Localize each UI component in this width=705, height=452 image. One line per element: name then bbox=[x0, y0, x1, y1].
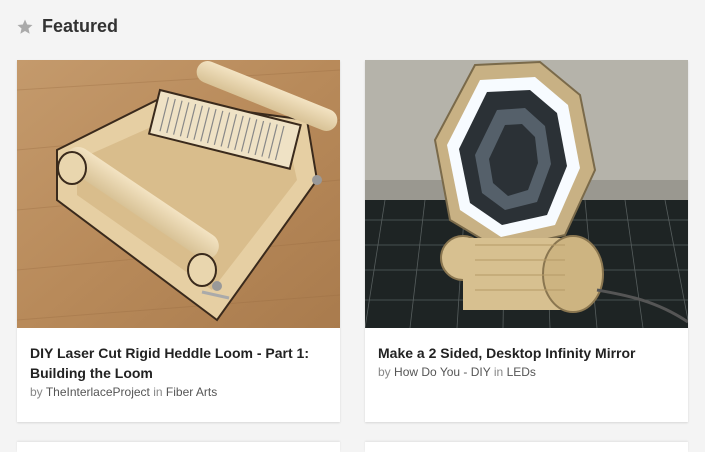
author-link[interactable]: How Do You - DIY bbox=[394, 365, 491, 379]
by-label: by bbox=[30, 385, 43, 399]
card-image[interactable] bbox=[365, 60, 688, 328]
card-title-link[interactable]: DIY Laser Cut Rigid Heddle Loom - Part 1… bbox=[30, 343, 327, 383]
card-info: Make a 2 Sided, Desktop Infinity Mirror … bbox=[378, 343, 675, 379]
section-header: Featured bbox=[16, 16, 118, 37]
card-meta: by How Do You - DIY in LEDs bbox=[378, 365, 675, 379]
author-link[interactable]: TheInterlaceProject bbox=[46, 385, 150, 399]
star-icon bbox=[17, 19, 33, 34]
category-link[interactable]: LEDs bbox=[507, 365, 536, 379]
featured-card[interactable]: DIY Laser Cut Rigid Heddle Loom - Part 1… bbox=[17, 60, 340, 422]
in-label: in bbox=[493, 365, 504, 379]
category-link[interactable]: Fiber Arts bbox=[166, 385, 217, 399]
card-meta: by TheInterlaceProject in Fiber Arts bbox=[30, 385, 327, 399]
next-card-edge bbox=[17, 442, 340, 452]
by-label: by bbox=[378, 365, 391, 379]
card-image[interactable] bbox=[17, 60, 340, 328]
next-card-edge bbox=[365, 442, 688, 452]
section-title: Featured bbox=[42, 16, 119, 36]
in-label: in bbox=[153, 385, 163, 399]
featured-card[interactable]: Make a 2 Sided, Desktop Infinity Mirror … bbox=[365, 60, 688, 422]
card-info: DIY Laser Cut Rigid Heddle Loom - Part 1… bbox=[30, 343, 327, 399]
card-title-link[interactable]: Make a 2 Sided, Desktop Infinity Mirror bbox=[378, 343, 675, 363]
